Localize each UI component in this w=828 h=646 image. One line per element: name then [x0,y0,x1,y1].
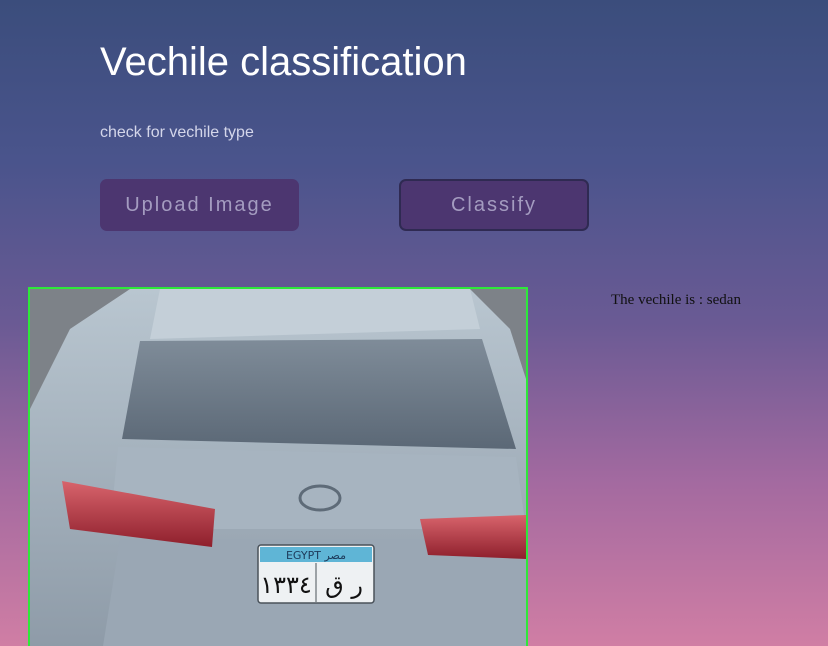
upload-image-button[interactable]: Upload Image [100,179,299,231]
classify-button[interactable]: Classify [399,179,589,231]
page-subtitle: check for vechile type [100,124,254,141]
car-photo: EGYPT مصر ١٣٣٤ ر ق [30,289,526,646]
plate-digits-text: ١٣٣٤ [260,571,312,599]
uploaded-image-preview: EGYPT مصر ١٣٣٤ ر ق [28,287,528,646]
plate-letters-text: ر ق [325,571,363,599]
page-title: Vechile classification [100,40,467,84]
classification-result: The vechile is : sedan [611,292,741,308]
plate-header-text: EGYPT مصر [286,549,346,562]
